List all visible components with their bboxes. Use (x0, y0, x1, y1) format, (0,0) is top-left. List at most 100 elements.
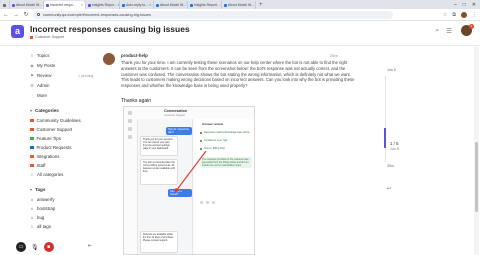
browser-tab-active[interactable]: Incorrect respo... × (44, 1, 86, 9)
hamburger-icon[interactable]: ☰ (446, 27, 452, 35)
post-author-avatar[interactable] (103, 53, 115, 65)
sidebar-item-admin[interactable]: ⚙ Admin (30, 83, 49, 88)
topic-category-label: Customer Support (35, 35, 65, 39)
sidebar-tag[interactable]: # bug (30, 215, 44, 220)
tab-favicon-icon (46, 3, 49, 7)
list-icon: ≡ (30, 223, 34, 229)
new-tab-button[interactable]: + (256, 1, 266, 9)
scrollbar-thumb[interactable] (475, 142, 478, 212)
browser-tab[interactable]: About Model W...× (154, 1, 188, 9)
category-color-icon (30, 118, 34, 123)
tag-label: answerfy (37, 197, 55, 202)
sidebar-category[interactable]: Feature Tips (30, 136, 61, 141)
topic-category[interactable]: Customer Support (30, 35, 64, 39)
camera-icon[interactable]: ▭ (16, 242, 26, 252)
close-window-icon[interactable]: ✕ (472, 1, 476, 9)
category-label: Integrations (36, 154, 60, 159)
tab-label: Insights Report... (194, 3, 220, 7)
chevron-down-icon: ▾ (30, 187, 33, 192)
sidebar-item-label: Review (37, 73, 52, 78)
browser-tab[interactable]: Insights Report...× (188, 1, 222, 9)
extensions-icon[interactable]: ⧉ (452, 12, 456, 18)
post-date[interactable]: 25m (330, 53, 338, 58)
close-icon[interactable]: × (81, 3, 83, 7)
window-controls: – □ ✕ (454, 1, 480, 9)
sidebar-item-topics[interactable]: ≡ Topics (30, 52, 50, 58)
profile-avatar[interactable] (461, 11, 467, 18)
timeline-position-date: Jun 5 (390, 147, 399, 151)
address-bar: ← → ↻ community.qa.example/t/incorrect-r… (0, 9, 480, 21)
sidebar-category[interactable]: Integrations (30, 154, 59, 159)
sidebar-item-review[interactable]: ⚑ Review (30, 73, 51, 78)
forward-icon[interactable]: → (13, 12, 19, 18)
category-color-icon (30, 145, 34, 150)
post-author-name[interactable]: product-help (121, 53, 148, 58)
menu-icon[interactable]: ⋮ (472, 12, 477, 18)
wrench-icon: ⚙ (30, 82, 34, 88)
back-icon[interactable]: ← (3, 12, 9, 18)
sidebar-item-more[interactable]: ⋮ More (30, 93, 47, 98)
sidebar-item-label: Topics (37, 53, 50, 58)
category-color-icon (30, 35, 33, 39)
record-stop-icon[interactable]: ■ (43, 242, 54, 252)
tab-favicon-icon (122, 3, 125, 7)
browser-tab[interactable]: About Model W...× (10, 1, 44, 9)
red-arrow-icon (174, 150, 207, 193)
star-icon[interactable]: ☆ (443, 12, 447, 18)
tab-search[interactable] (0, 1, 10, 9)
tag-label: bug (37, 215, 45, 220)
reload-icon[interactable]: ↻ (23, 11, 29, 18)
microphone-icon[interactable]: 🎙 (31, 244, 39, 251)
category-color-icon (30, 127, 34, 132)
page-scrollbar[interactable] (474, 47, 479, 255)
post-screenshot-image[interactable]: Conversation Customer Support How do I c… (123, 106, 255, 255)
timeline-handle[interactable] (384, 128, 386, 148)
category-label: Community Guidelines (36, 118, 81, 123)
site-logo[interactable]: a (11, 25, 24, 38)
category-label: Staff (36, 163, 46, 168)
topic-title[interactable]: Incorrect responses causing big issues (30, 24, 190, 34)
tags-section-header[interactable]: ▾ Tags (30, 187, 45, 192)
post-thanks: Thanks again (121, 98, 152, 104)
timeline-reply-button[interactable]: ↩ (387, 186, 391, 192)
sidebar-tag-all[interactable]: ≡ all tags (30, 224, 51, 229)
sidebar-category[interactable]: Community Guidelines (30, 118, 81, 123)
category-label: Customer Support (36, 127, 73, 132)
list-icon: ≡ (30, 52, 34, 58)
timeline-start-date[interactable]: Jun 5 (387, 68, 396, 72)
sidebar-category-all[interactable]: ≡ All categories (30, 171, 64, 177)
search-icon[interactable]: ⌕ (436, 27, 440, 35)
sidebar-item-label: More (37, 93, 48, 98)
minimize-icon[interactable]: – (454, 1, 457, 9)
sidebar-item-my-posts[interactable]: ◉ My Posts (30, 63, 55, 68)
post-body: Thank you for your time. I am currently … (121, 60, 355, 89)
categories-section-header[interactable]: ▾ Categories (30, 108, 59, 113)
sidebar-tag[interactable]: # answerfy (30, 197, 55, 202)
category-color-icon (30, 154, 34, 159)
tag-label: all tags (37, 224, 51, 229)
tab-label: Insights Repor... (92, 3, 117, 7)
sidebar: ≡ Topics ◉ My Posts ⚑ Review 1 pending ⚙ Adm… (0, 47, 100, 255)
browser-tab[interactable]: Insights Repor... × (86, 1, 120, 9)
sidebar-category[interactable]: Product Requests (30, 145, 71, 150)
browser-tab[interactable]: About Model W...× (222, 1, 256, 9)
sidebar-category[interactable]: Customer Support (30, 127, 72, 132)
list-icon: ≡ (30, 171, 34, 177)
tag-icon: # (30, 196, 34, 202)
sidebar-category[interactable]: Staff (30, 163, 45, 168)
timeline-track[interactable] (385, 76, 386, 162)
collapse-sidebar-icon[interactable]: ⇤ (88, 243, 92, 249)
lock-icon (37, 13, 40, 16)
tab-label: Auto-reply to... (126, 3, 149, 7)
user-avatar[interactable]: 1 (461, 24, 474, 36)
browser-tab[interactable]: Auto-reply to... × (120, 1, 154, 9)
timeline-end-date[interactable]: 30m (387, 164, 394, 168)
notification-badge: 1 (469, 24, 474, 29)
close-icon[interactable]: × (149, 3, 151, 7)
tab-label: Incorrect respo... (50, 3, 76, 7)
sidebar-tag[interactable]: # bootstrap (30, 206, 55, 211)
category-color-icon (30, 136, 34, 141)
maximize-icon[interactable]: □ (463, 1, 466, 9)
url-input[interactable]: community.qa.example/t/incorrect-respons… (33, 10, 393, 19)
site-header: a Incorrect responses causing big issues… (0, 22, 480, 46)
